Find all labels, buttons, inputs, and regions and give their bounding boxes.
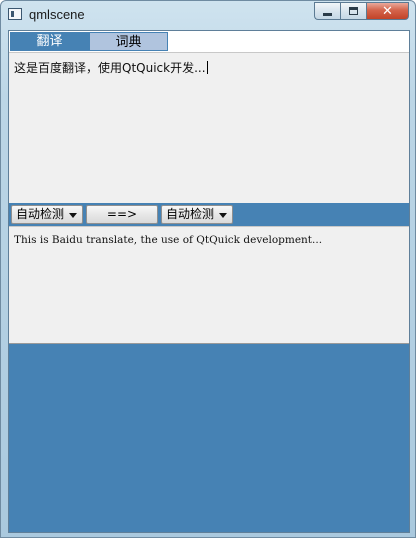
result-text-area[interactable]: This is Baidu translate, the use of QtQu…: [9, 226, 409, 344]
text-caret: [206, 61, 208, 74]
target-language-select[interactable]: 自动检测: [161, 205, 233, 224]
maximize-icon: [349, 7, 358, 15]
caption-buttons: ✕: [314, 2, 409, 21]
minimize-button[interactable]: [314, 2, 340, 20]
tab-translate[interactable]: 翻译: [10, 32, 89, 51]
maximize-button[interactable]: [340, 2, 366, 20]
tab-bar: 翻译 词典: [9, 31, 409, 52]
app-window: qmlscene ✕ 翻译 词典 这是百度翻译，使用QtQuick开发... 自…: [0, 0, 416, 538]
window-title: qmlscene: [29, 7, 85, 22]
language-controls: 自动检测 ==> 自动检测: [9, 203, 409, 226]
target-language-label: 自动检测: [166, 207, 215, 221]
close-icon: ✕: [382, 4, 393, 19]
app-window-icon: [8, 8, 22, 20]
dropdown-arrow-icon: [219, 213, 227, 218]
result-text: This is Baidu translate, the use of QtQu…: [14, 234, 323, 246]
close-button[interactable]: ✕: [366, 2, 409, 20]
source-language-label: 自动检测: [16, 207, 65, 221]
source-text-input[interactable]: 这是百度翻译，使用QtQuick开发...: [9, 52, 409, 203]
client-area: 翻译 词典 这是百度翻译，使用QtQuick开发... 自动检测 ==> 自动检…: [8, 30, 410, 533]
minimize-icon: [323, 13, 332, 16]
source-text: 这是百度翻译，使用QtQuick开发...: [14, 59, 208, 76]
source-text-value: 这是百度翻译，使用QtQuick开发...: [14, 61, 206, 75]
title-bar[interactable]: qmlscene ✕: [1, 1, 415, 29]
source-language-select[interactable]: 自动检测: [11, 205, 83, 224]
dropdown-arrow-icon: [69, 213, 77, 218]
translate-button[interactable]: ==>: [86, 205, 158, 224]
tab-dictionary[interactable]: 词典: [89, 32, 168, 51]
